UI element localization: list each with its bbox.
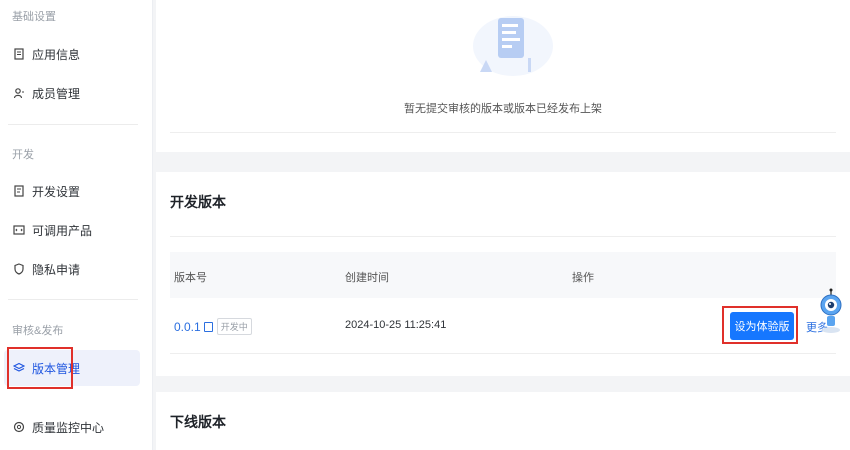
column-header-version: 版本号 <box>174 272 207 284</box>
sidebar-item-dev-settings[interactable]: 开发设置 <box>4 173 140 209</box>
monitor-icon <box>12 420 26 434</box>
sidebar-item-label: 隐私申请 <box>32 262 81 277</box>
sidebar-item-label: 可调用产品 <box>32 223 93 238</box>
highlight-box <box>7 347 73 389</box>
section-heading: 下线版本 <box>170 414 226 430</box>
highlight-box <box>722 306 798 344</box>
code-icon <box>12 223 26 237</box>
assistant-robot-icon[interactable] <box>818 288 844 334</box>
version-link[interactable]: 0.0.1 <box>174 320 201 334</box>
section-title-basic: 基础设置 <box>12 11 56 23</box>
section-title-dev: 开发 <box>12 149 34 161</box>
status-badge: 开发中 <box>216 318 252 335</box>
divider <box>8 299 138 300</box>
divider <box>8 124 138 125</box>
empty-state-text: 暂无提交审核的版本或版本已经发布上架 <box>404 103 602 115</box>
users-icon <box>12 86 26 100</box>
sidebar-item-label: 开发设置 <box>32 184 81 199</box>
sidebar-item-label: 应用信息 <box>32 47 81 62</box>
sidebar-item-members[interactable]: 成员管理 <box>4 75 140 111</box>
section-title-review: 审核&发布 <box>12 325 64 337</box>
section-heading: 开发版本 <box>170 194 226 210</box>
created-time: 2024-10-25 11:25:41 <box>345 319 447 331</box>
empty-document-illustration <box>473 16 553 76</box>
sidebar-item-label: 质量监控中心 <box>32 420 105 435</box>
dev-versions-panel: 开发版本 版本号 创建时间 操作 0.0.1 开发中 2024-10-25 11… <box>156 172 850 376</box>
divider <box>170 132 836 133</box>
sidebar-item-privacy[interactable]: 隐私申请 <box>4 251 140 287</box>
sidebar-item-quality[interactable]: 质量监控中心 <box>4 409 140 445</box>
version-cell: 0.0.1 开发中 <box>174 318 252 335</box>
copy-icon[interactable] <box>203 321 213 332</box>
table-header: 版本号 创建时间 操作 <box>170 252 836 298</box>
offline-versions-panel: 下线版本 <box>156 392 850 450</box>
column-header-created: 创建时间 <box>345 272 389 284</box>
column-header-actions: 操作 <box>572 272 594 284</box>
sidebar-item-products[interactable]: 可调用产品 <box>4 212 140 248</box>
settings-doc-icon <box>12 184 26 198</box>
sidebar-item-app-info[interactable]: 应用信息 <box>4 36 140 72</box>
sidebar-item-label: 成员管理 <box>32 86 81 101</box>
review-panel: 暂无提交审核的版本或版本已经发布上架 <box>156 0 850 152</box>
shield-icon <box>12 262 26 276</box>
divider <box>170 236 836 237</box>
document-icon <box>12 47 26 61</box>
